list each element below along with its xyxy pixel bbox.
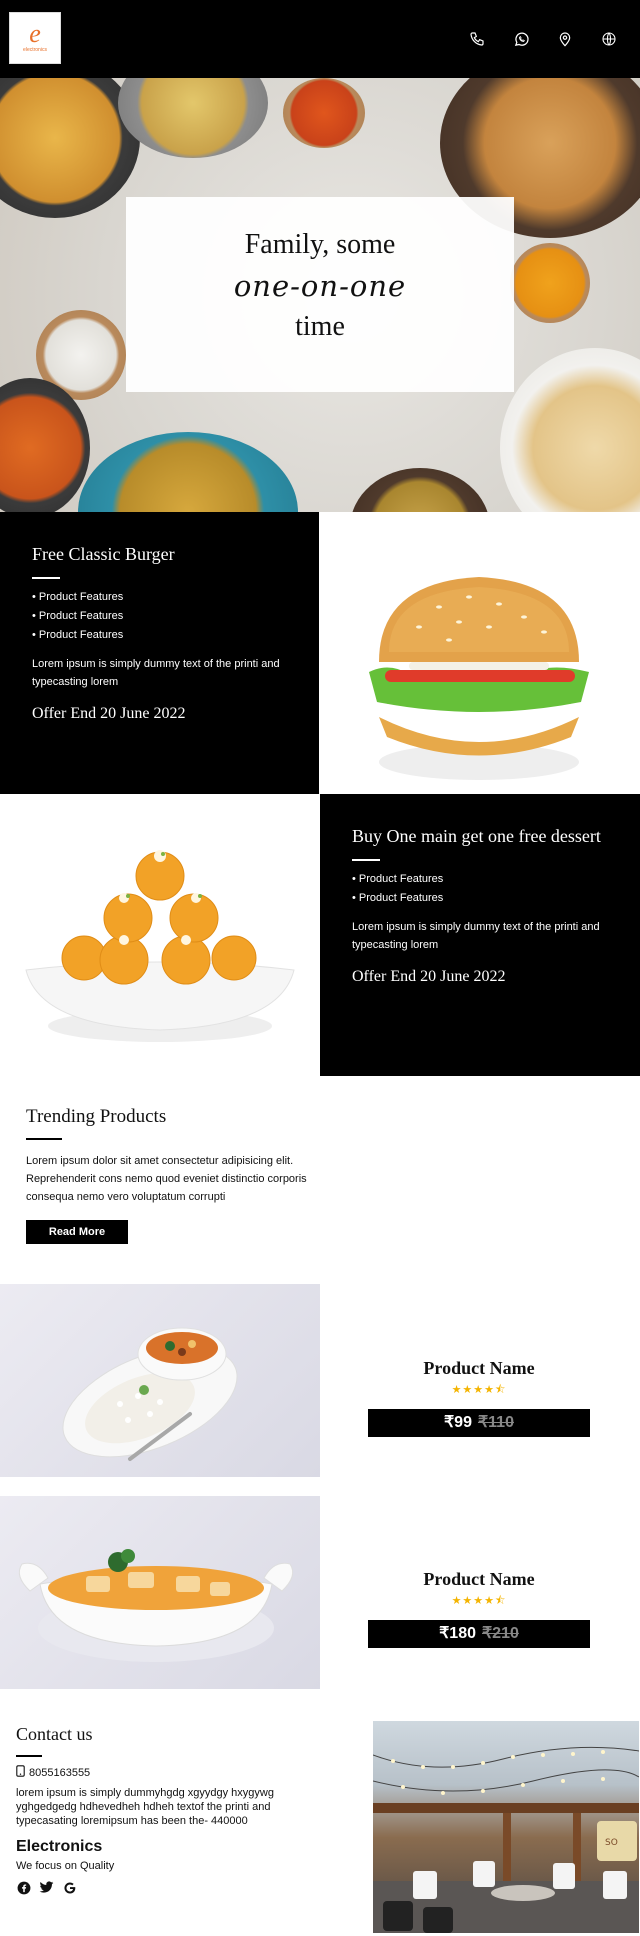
feature-list: Product Features Product Features Produc… bbox=[32, 591, 287, 641]
hero-dish-image bbox=[78, 432, 298, 512]
phone-number: 8055163555 bbox=[29, 1766, 91, 1779]
price-bar[interactable]: ₹99 ₹110 bbox=[368, 1409, 590, 1437]
globe-icon[interactable] bbox=[598, 28, 620, 50]
hero-dish-image bbox=[350, 468, 490, 512]
google-icon[interactable] bbox=[62, 1880, 77, 1895]
price-bar[interactable]: ₹180 ₹210 bbox=[368, 1620, 590, 1648]
social-links bbox=[16, 1880, 306, 1895]
mobile-icon bbox=[16, 1765, 25, 1780]
offer-description: Lorem ipsum is simply dummy text of the … bbox=[32, 658, 280, 688]
product-price: ₹99 bbox=[444, 1414, 472, 1431]
page: e electronics Family, some one-on-one ti… bbox=[0, 0, 640, 1936]
title-divider bbox=[26, 1138, 62, 1140]
offer-end-date: Offer End 20 June 2022 bbox=[32, 705, 186, 722]
hero-heading-line3: time bbox=[295, 311, 345, 342]
feature-item: Product Features bbox=[352, 892, 608, 904]
footer-tagline: We focus on Quality bbox=[16, 1860, 115, 1872]
title-divider bbox=[32, 577, 60, 579]
twitter-icon[interactable] bbox=[39, 1880, 54, 1895]
phone-icon[interactable] bbox=[466, 28, 488, 50]
trending-section: Trending Products Lorem ipsum dolor sit … bbox=[26, 1106, 346, 1244]
hero-dish-image bbox=[510, 243, 590, 323]
title-divider bbox=[352, 859, 380, 861]
footer-brand: Electronics bbox=[16, 1838, 103, 1855]
hero-heading-line2: one-on-one bbox=[233, 269, 407, 303]
offer-title: Free Classic Burger bbox=[32, 544, 175, 564]
offer-card-dessert: Buy One main get one free dessert Produc… bbox=[320, 794, 640, 1076]
restaurant-patio-image: SO bbox=[373, 1721, 639, 1933]
site-header: e electronics bbox=[0, 0, 640, 78]
offer-end-date: Offer End 20 June 2022 bbox=[352, 968, 506, 985]
offer-card-burger: Free Classic Burger Product Features Pro… bbox=[0, 512, 319, 794]
header-icons bbox=[466, 28, 620, 50]
read-more-button[interactable]: Read More bbox=[26, 1220, 128, 1244]
logo-text: electronics bbox=[23, 47, 47, 53]
logo[interactable]: e electronics bbox=[9, 12, 61, 64]
burger-image bbox=[319, 512, 640, 794]
product-card: Product Name ★★★★⯪ ₹99 ₹110 bbox=[368, 1358, 590, 1437]
product-price: ₹180 bbox=[439, 1625, 476, 1642]
svg-text:SO: SO bbox=[605, 1838, 618, 1848]
product-name[interactable]: Product Name bbox=[368, 1358, 590, 1379]
logo-mark: e bbox=[29, 19, 41, 48]
product-old-price: ₹110 bbox=[477, 1414, 514, 1431]
hero-card: Family, some one-on-one time bbox=[126, 197, 514, 392]
contact-section: Contact us 8055163555 lorem ipsum is sim… bbox=[16, 1724, 306, 1895]
hero-dish-image bbox=[118, 78, 268, 158]
hero-banner: Family, some one-on-one time bbox=[0, 78, 640, 512]
laddu-image bbox=[0, 794, 320, 1076]
offer-title: Buy One main get one free dessert bbox=[352, 826, 601, 846]
feature-item: Product Features bbox=[32, 629, 287, 641]
offer-description: Lorem ipsum is simply dummy text of the … bbox=[352, 921, 600, 951]
contact-address: lorem ipsum is simply dummyhgdg xgyydgy … bbox=[16, 1787, 274, 1827]
hero-heading-line1: Family, some bbox=[244, 229, 396, 260]
phone-row[interactable]: 8055163555 bbox=[16, 1765, 306, 1780]
feature-list: Product Features Product Features bbox=[352, 873, 608, 904]
feature-item: Product Features bbox=[352, 873, 608, 885]
contact-title: Contact us bbox=[16, 1724, 93, 1744]
title-divider bbox=[16, 1755, 42, 1757]
feature-item: Product Features bbox=[32, 610, 287, 622]
trending-description: Lorem ipsum dolor sit amet consectetur a… bbox=[26, 1155, 307, 1203]
product-name[interactable]: Product Name bbox=[368, 1569, 590, 1590]
rating-stars: ★★★★⯪ bbox=[451, 1595, 507, 1607]
product-image bbox=[0, 1284, 320, 1477]
hero-dish-image bbox=[500, 348, 640, 512]
trending-title: Trending Products bbox=[26, 1106, 167, 1127]
hero-dish-image bbox=[283, 78, 365, 148]
product-image bbox=[0, 1496, 320, 1689]
product-card: Product Name ★★★★⯪ ₹180 ₹210 bbox=[368, 1569, 590, 1648]
facebook-icon[interactable] bbox=[16, 1880, 31, 1895]
whatsapp-icon[interactable] bbox=[510, 28, 532, 50]
product-old-price: ₹210 bbox=[482, 1625, 519, 1642]
rating-stars: ★★★★⯪ bbox=[451, 1384, 507, 1396]
feature-item: Product Features bbox=[32, 591, 287, 603]
location-icon[interactable] bbox=[554, 28, 576, 50]
